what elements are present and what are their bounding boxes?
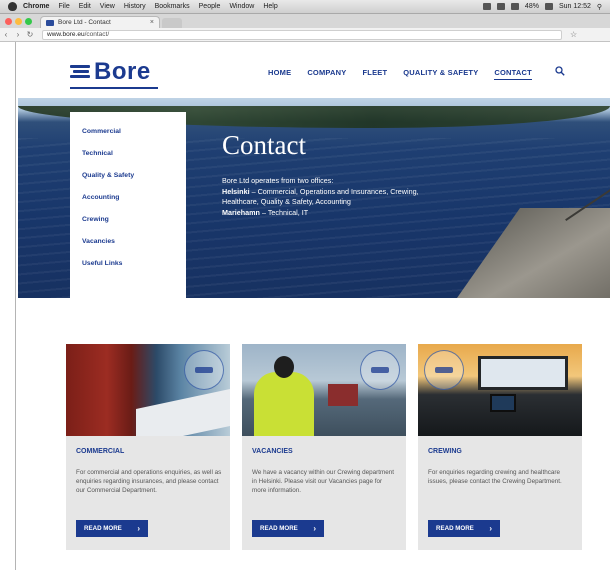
nav-fleet[interactable]: FLEET [363,68,388,80]
image-worker [254,372,314,436]
read-more-label: READ MORE [436,525,474,532]
search-icon[interactable] [555,66,565,76]
site-header: Bore HOME COMPANY FLEET QUALITY & SAFETY… [18,50,610,98]
back-icon[interactable]: ‹ [0,30,12,39]
read-more-label: READ MORE [260,525,298,532]
favicon-icon [46,19,54,26]
tab-close-icon[interactable]: × [150,19,154,26]
card-image-crewing [418,344,582,436]
nav-contact[interactable]: CONTACT [494,68,532,80]
side-menu-commercial[interactable]: Commercial [82,120,174,142]
tab-title: Bore Ltd - Contact [58,19,111,26]
page-title: Contact [222,130,306,160]
side-menu-quality-safety[interactable]: Quality & Safety [82,164,174,186]
nav-home[interactable]: HOME [268,68,291,80]
office2-desc: – Technical, IT [259,207,309,217]
os-menu-help[interactable]: Help [263,3,277,10]
os-menu-people[interactable]: People [199,3,221,10]
close-window-icon[interactable] [5,18,12,25]
address-bar[interactable]: www.bore.eu /contact/ [42,29,562,40]
volume-icon[interactable] [510,3,519,10]
reload-icon[interactable]: ↻ [24,30,36,39]
image-worker-head [274,356,294,378]
browser-toolbar: ‹ › ↻ www.bore.eu /contact/ ☆ [0,28,610,42]
os-menu-bar: Chrome File Edit View History Bookmarks … [0,0,610,14]
new-tab-button[interactable] [162,18,182,28]
browser-tab[interactable]: Bore Ltd - Contact × [40,16,160,28]
side-menu-crewing[interactable]: Crewing [82,208,174,230]
battery-icon[interactable] [544,3,553,10]
seal-logo-icon [184,350,224,390]
logo-text: Bore [94,58,151,85]
card-text: We have a vacancy within our Crewing dep… [252,469,394,495]
seal-logo-icon [424,350,464,390]
contact-side-menu: Commercial Technical Quality & Safety Ac… [70,112,186,298]
os-menu-file[interactable]: File [58,3,69,10]
chevron-right-icon: › [489,524,492,533]
chevron-right-icon: › [313,524,316,533]
logo-mark-icon [70,63,92,81]
apple-icon[interactable] [8,2,17,11]
card-title: CREWING [428,448,462,455]
url-host: www.bore.eu [47,31,85,38]
image-radar-screen [490,394,516,412]
os-status-area: 48% Sun 12:52 ⚲ [482,3,610,11]
card-commercial: COMMERCIAL For commercial and operations… [66,344,230,550]
battery-percent: 48% [524,3,539,10]
os-menu-view[interactable]: View [100,3,115,10]
window-controls [5,18,32,25]
department-cards: COMMERCIAL For commercial and operations… [66,344,582,550]
read-more-button-vacancies[interactable]: READ MORE › [252,520,324,537]
bookmark-star-icon[interactable]: ☆ [570,30,577,39]
forward-icon[interactable]: › [12,30,24,39]
card-title: COMMERCIAL [76,448,125,455]
nav-quality-safety[interactable]: QUALITY & SAFETY [403,68,478,80]
side-menu-useful-links[interactable]: Useful Links [82,252,174,274]
main-nav: HOME COMPANY FLEET QUALITY & SAFETY CONT… [268,68,532,80]
office2-name: Mariehamn [222,207,260,217]
read-more-label: READ MORE [84,525,122,532]
site-logo[interactable]: Bore [70,58,158,89]
card-image-vacancies [242,344,406,436]
os-menu: Chrome File Edit View History Bookmarks … [23,3,278,10]
side-menu-technical[interactable]: Technical [82,142,174,164]
dropbox-icon[interactable] [482,3,491,10]
office1-name: Helsinki [222,186,250,196]
card-title: VACANCIES [252,448,293,455]
hero-intro: Bore Ltd operates from two offices: [222,176,334,185]
image-bridge-window [478,356,568,390]
clock[interactable]: Sun 12:52 [559,3,591,10]
os-menu-window[interactable]: Window [229,3,254,10]
image-ship [328,384,358,406]
card-vacancies: VACANCIES We have a vacancy within our C… [242,344,406,550]
hero-text: Bore Ltd operates from two offices: Hels… [222,176,442,218]
side-menu-vacancies[interactable]: Vacancies [82,230,174,252]
browser-tab-strip: Bore Ltd - Contact × [0,14,610,28]
os-menu-bookmarks[interactable]: Bookmarks [155,3,190,10]
logo-underline [70,87,158,89]
read-more-button-commercial[interactable]: READ MORE › [76,520,148,537]
card-text: For commercial and operations enquiries,… [76,469,222,495]
zoom-window-icon[interactable] [25,18,32,25]
seal-logo-icon [360,350,400,390]
os-menu-history[interactable]: History [124,3,146,10]
url-path: /contact/ [84,31,110,38]
card-crewing: CREWING For enquiries regarding crewing … [418,344,582,550]
nav-company[interactable]: COMPANY [307,68,346,80]
os-menu-edit[interactable]: Edit [79,3,91,10]
card-text: For enquiries regarding crewing and heal… [428,469,562,486]
os-menu-chrome[interactable]: Chrome [23,3,49,10]
minimize-window-icon[interactable] [15,18,22,25]
window-edge [15,42,16,570]
chevron-right-icon: › [137,524,140,533]
card-image-commercial [66,344,230,436]
office1-desc: – Commercial, Operations and Insurances,… [222,186,419,207]
side-menu-accounting[interactable]: Accounting [82,186,174,208]
read-more-button-crewing[interactable]: READ MORE › [428,520,500,537]
spotlight-search-icon[interactable]: ⚲ [597,3,602,11]
wifi-icon[interactable] [496,3,505,10]
